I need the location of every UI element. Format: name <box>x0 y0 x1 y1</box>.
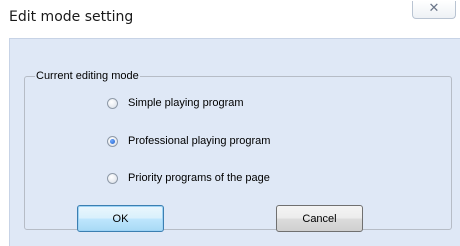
dialog-title: Edit mode setting <box>9 9 134 25</box>
option-simple-playing-program[interactable]: Simple playing program <box>107 95 244 111</box>
option-professional-playing-program[interactable]: Professional playing program <box>107 133 270 149</box>
radio-simple-playing-program[interactable] <box>107 97 118 109</box>
radio-professional-playing-program[interactable] <box>107 135 118 147</box>
title-bar: Edit mode setting ✕ <box>0 0 460 36</box>
ok-button[interactable]: OK <box>77 205 164 232</box>
option-label: Simple playing program <box>128 97 244 109</box>
option-priority-programs-of-the-page[interactable]: Priority programs of the page <box>107 170 270 186</box>
option-label: Professional playing program <box>128 135 271 147</box>
close-button[interactable]: ✕ <box>412 1 456 19</box>
radio-priority-programs-of-the-page[interactable] <box>107 172 118 184</box>
option-label: Priority programs of the page <box>128 172 270 184</box>
close-icon: ✕ <box>428 1 440 16</box>
cancel-button[interactable]: Cancel <box>276 205 363 232</box>
group-label: Current editing mode <box>35 69 140 83</box>
